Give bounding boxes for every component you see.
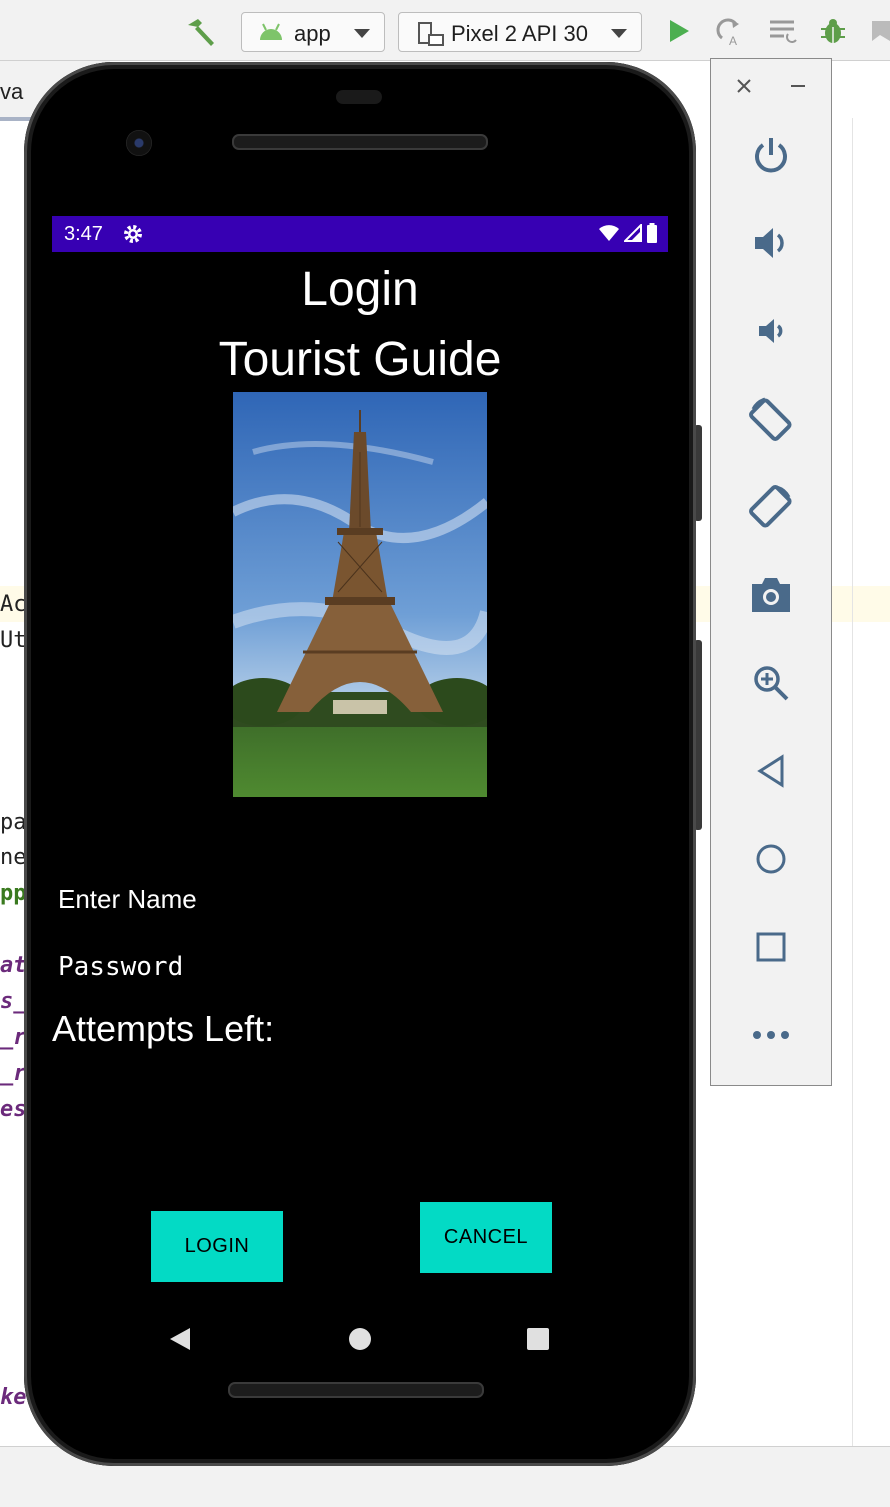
bottom-speaker xyxy=(228,1382,484,1398)
emulator-phone-frame: 3:47 Login Tourist Guide Enter Name Pass… xyxy=(24,62,696,1466)
code-fragment: pa xyxy=(0,810,27,835)
volume-up-icon[interactable] xyxy=(741,213,801,273)
nav-recents-icon[interactable] xyxy=(526,1327,550,1356)
rotate-right-icon[interactable] xyxy=(741,477,801,537)
home-icon[interactable] xyxy=(741,829,801,889)
password-input[interactable]: Password xyxy=(58,952,183,982)
back-icon[interactable] xyxy=(741,741,801,801)
title-login: Login xyxy=(301,263,419,316)
chevron-down-icon xyxy=(611,29,627,38)
status-bar: 3:47 xyxy=(52,216,668,252)
run-config-label: app xyxy=(294,21,331,46)
overview-icon[interactable] xyxy=(741,917,801,977)
code-fragment: ke xyxy=(0,1385,27,1410)
apply-code-changes-icon[interactable] xyxy=(768,17,798,45)
minimize-icon[interactable] xyxy=(789,75,807,101)
earpiece-speaker xyxy=(232,134,488,150)
code-fragment: pp xyxy=(0,881,27,906)
chevron-down-icon xyxy=(354,29,370,38)
build-hammer-icon[interactable] xyxy=(184,17,218,46)
android-nav-bar xyxy=(52,1246,668,1350)
profile-icon[interactable] xyxy=(870,17,890,45)
phone-screen: 3:47 Login Tourist Guide Enter Name Pass… xyxy=(52,216,668,1350)
more-options-icon[interactable] xyxy=(741,1005,801,1065)
nav-back-icon[interactable] xyxy=(168,1326,192,1357)
android-icon xyxy=(258,22,284,48)
volume-down-icon[interactable] xyxy=(741,301,801,361)
cell-signal-icon xyxy=(622,222,642,248)
code-fragment: es xyxy=(0,1097,27,1122)
debug-bug-icon[interactable] xyxy=(818,17,848,45)
svg-text:A: A xyxy=(729,34,737,46)
run-icon[interactable] xyxy=(666,17,692,45)
front-camera xyxy=(126,130,152,156)
editor-tab-label: va xyxy=(0,79,24,104)
code-fragment: _r xyxy=(0,1025,27,1050)
power-icon[interactable] xyxy=(741,125,801,185)
nav-home-icon[interactable] xyxy=(348,1327,372,1356)
device-label: Pixel 2 API 30 xyxy=(451,21,588,46)
zoom-icon[interactable] xyxy=(741,653,801,713)
code-fragment: ne xyxy=(0,845,27,870)
rotate-left-icon[interactable] xyxy=(741,389,801,449)
eiffel-tower-image xyxy=(233,392,487,797)
code-fragment: s_ xyxy=(0,989,27,1014)
ide-toolbar: app Pixel 2 API 30 A xyxy=(0,0,890,61)
attempts-left-label: Attempts Left: xyxy=(52,1008,275,1049)
code-fragment: Ut xyxy=(0,628,27,653)
wifi-icon xyxy=(598,224,620,248)
code-fragment: _r xyxy=(0,1061,27,1086)
device-select[interactable]: Pixel 2 API 30 xyxy=(398,12,642,52)
close-icon[interactable] xyxy=(735,75,753,101)
phone-notch xyxy=(336,90,382,104)
code-fragment: Ac xyxy=(0,592,27,617)
battery-icon xyxy=(646,223,658,249)
status-time: 3:47 xyxy=(64,223,103,245)
device-icon xyxy=(417,21,445,53)
camera-screenshot-icon[interactable] xyxy=(741,565,801,625)
apply-changes-icon[interactable]: A xyxy=(714,17,744,46)
run-config-select[interactable]: app xyxy=(241,12,385,52)
code-fragment: at xyxy=(0,953,27,978)
editor-margin-line xyxy=(852,118,853,1448)
name-input[interactable]: Enter Name xyxy=(58,884,197,915)
settings-gear-icon xyxy=(122,223,144,251)
title-tourist-guide: Tourist Guide xyxy=(218,333,502,386)
emulator-control-panel xyxy=(710,58,832,1086)
